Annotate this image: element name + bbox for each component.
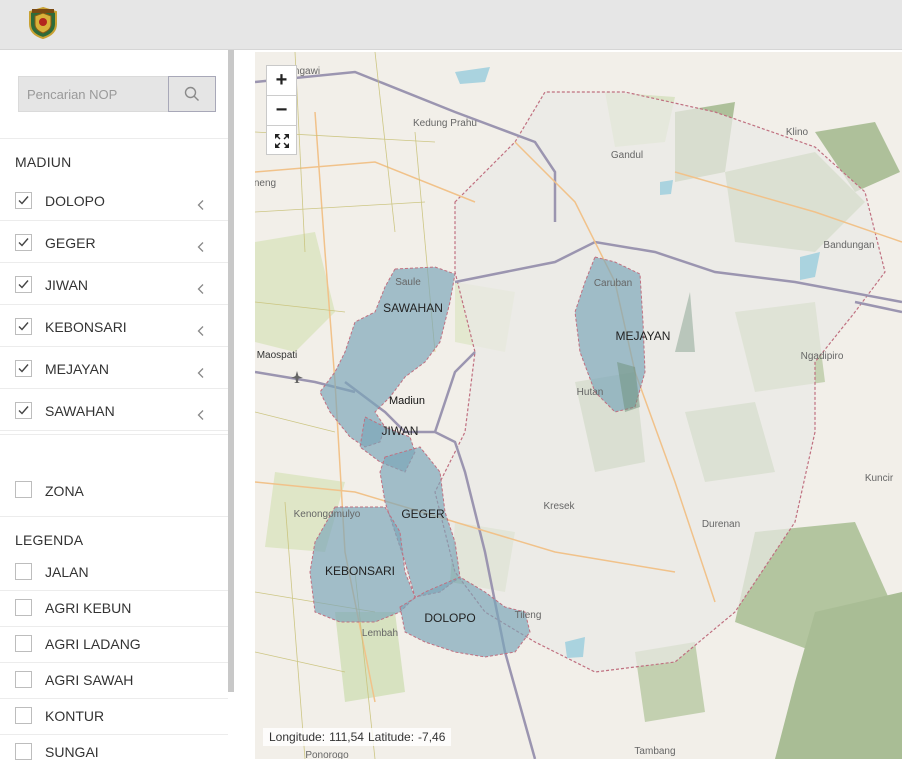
place-label: Durenan: [702, 519, 740, 530]
search-box: [18, 76, 168, 112]
place-label: Ngadipiro: [801, 351, 844, 362]
place-label: Tileng: [515, 610, 542, 621]
legend-checkbox[interactable]: [15, 743, 32, 760]
legend-label: AGRI KEBUN: [45, 600, 132, 616]
legend-label: SUNGAI: [45, 744, 99, 760]
district-label: KEBONSARI: [325, 564, 395, 578]
chevron-left-icon[interactable]: [196, 366, 206, 378]
regency-emblem-icon[interactable]: [26, 6, 60, 40]
search-input[interactable]: [19, 77, 167, 111]
place-label: Kedung Prahu: [413, 118, 477, 129]
latitude-value: -7,46: [418, 730, 446, 744]
place-label: Gandul: [611, 150, 643, 161]
place-label: Saule: [395, 277, 421, 288]
chevron-left-icon[interactable]: [196, 408, 206, 420]
place-label: Tambang: [634, 746, 675, 757]
map-view[interactable]: SAWAHAN MEJAYAN JIWAN GEGER KEBONSARI DO…: [255, 52, 902, 759]
layer-checkbox[interactable]: [15, 402, 32, 419]
layer-checkbox[interactable]: [15, 318, 32, 335]
district-label: SAWAHAN: [383, 301, 443, 315]
zona-checkbox[interactable]: [15, 481, 32, 498]
legend-checkbox[interactable]: [15, 635, 32, 652]
layer-item-dolopo[interactable]: DOLOPO: [0, 178, 228, 220]
legend-item-agri-kebun[interactable]: AGRI KEBUN: [0, 590, 228, 626]
place-label: Kresek: [543, 501, 575, 512]
layer-checkbox[interactable]: [15, 276, 32, 293]
fullscreen-icon: [274, 133, 289, 148]
legend-checkbox[interactable]: [15, 671, 32, 688]
search-button[interactable]: [168, 76, 216, 112]
place-label: neng: [255, 178, 276, 189]
legend-checkbox[interactable]: [15, 707, 32, 724]
zona-toggle[interactable]: ZONA: [0, 468, 228, 510]
layer-checkbox[interactable]: [15, 192, 32, 209]
legend-item-sungai[interactable]: SUNGAI: [0, 734, 228, 770]
district-label: MEJAYAN: [616, 329, 671, 343]
place-label: Hutan: [577, 387, 604, 398]
layer-label: KEBONSARI: [45, 319, 127, 335]
layer-item-jiwan[interactable]: JIWAN: [0, 262, 228, 304]
layer-checkbox[interactable]: [15, 360, 32, 377]
layer-label: SAWAHAN: [45, 403, 115, 419]
layer-item-mejayan[interactable]: MEJAYAN: [0, 346, 228, 388]
longitude-label: Longitude:: [269, 730, 326, 744]
chevron-left-icon[interactable]: [196, 240, 206, 252]
district-label: DOLOPO: [424, 611, 475, 625]
place-label: Caruban: [594, 278, 632, 289]
legend-item-jalan[interactable]: JALAN: [0, 554, 228, 590]
legend-title: LEGENDA: [15, 532, 84, 548]
zoom-control: + −: [266, 65, 297, 155]
legend-label: AGRI SAWAH: [45, 672, 134, 688]
place-label: Kuncir: [865, 473, 894, 484]
chevron-left-icon[interactable]: [196, 324, 206, 336]
place-label: Madiun: [389, 395, 425, 407]
legend-item-kontur[interactable]: KONTUR: [0, 698, 228, 734]
zoom-in-button[interactable]: +: [267, 66, 296, 96]
legend-item-agri-ladang[interactable]: AGRI LADANG: [0, 626, 228, 662]
district-label: JIWAN: [382, 424, 419, 438]
zoom-out-button[interactable]: −: [267, 96, 296, 126]
search-icon: [184, 86, 199, 101]
sidebar-scrollbar[interactable]: [228, 50, 234, 692]
legend-checkbox[interactable]: [15, 563, 32, 580]
place-label: Klino: [786, 127, 809, 138]
layer-label: MEJAYAN: [45, 361, 110, 377]
top-bar: [0, 0, 902, 50]
legend-item-agri-sawah[interactable]: AGRI SAWAH: [0, 662, 228, 698]
layer-checkbox[interactable]: [15, 234, 32, 251]
legend-label: AGRI LADANG: [45, 636, 141, 652]
place-label: ngawi: [294, 66, 320, 77]
legend-label: KONTUR: [45, 708, 105, 724]
place-label: Lembah: [362, 628, 398, 639]
latitude-label: Latitude:: [367, 730, 415, 744]
place-label: Maospati: [257, 350, 298, 361]
zona-label: ZONA: [45, 483, 84, 499]
longitude-value: 111,54: [329, 730, 364, 744]
place-label: Bandungan: [823, 240, 874, 251]
layer-label: GEGER: [45, 235, 96, 251]
layer-label: DOLOPO: [45, 193, 105, 209]
chevron-left-icon[interactable]: [196, 282, 206, 294]
map-canvas[interactable]: SAWAHAN MEJAYAN JIWAN GEGER KEBONSARI DO…: [255, 52, 902, 759]
layer-item-geger[interactable]: GEGER: [0, 220, 228, 262]
coordinate-readout: Longitude: 111,54 Latitude: -7,46: [263, 728, 452, 746]
fullscreen-button[interactable]: [267, 126, 296, 155]
layer-group-title: MADIUN: [15, 154, 72, 170]
legend-checkbox[interactable]: [15, 599, 32, 616]
chevron-left-icon[interactable]: [196, 198, 206, 210]
layer-item-kebonsari[interactable]: KEBONSARI: [0, 304, 228, 346]
place-label: Kenongomulyo: [294, 509, 361, 520]
place-label: Ponorogo: [305, 750, 349, 759]
legend-label: JALAN: [45, 564, 89, 580]
layer-label: JIWAN: [45, 277, 89, 293]
layer-item-sawahan[interactable]: SAWAHAN: [0, 388, 228, 430]
district-label: GEGER: [401, 507, 445, 521]
sidebar: MADIUN DOLOPO GEGER JIWAN KEBONSARI MEJAYAN S…: [0, 50, 235, 768]
